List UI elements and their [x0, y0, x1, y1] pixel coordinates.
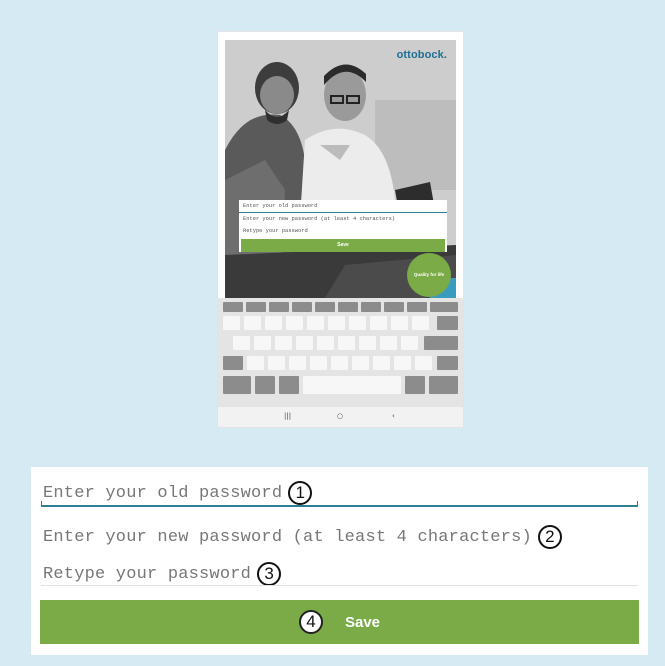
keyboard-key[interactable] [247, 356, 264, 370]
keyboard-key[interactable] [373, 356, 390, 370]
keyboard-key[interactable] [328, 316, 345, 330]
callout-marker-3: 3 [257, 562, 282, 586]
keyboard-key[interactable] [349, 316, 366, 330]
keyboard-key[interactable] [246, 302, 266, 312]
shift-key[interactable] [437, 356, 458, 370]
keyboard-key[interactable] [289, 356, 306, 370]
keyboard-key[interactable] [412, 316, 429, 330]
new-password-field[interactable]: Enter your new password (at least 4 char… [43, 525, 562, 549]
keyboard-key[interactable] [269, 302, 289, 312]
android-navbar: ||| ○ ‹ [218, 407, 463, 427]
keyboard-key[interactable] [254, 336, 271, 350]
recent-apps-icon[interactable]: ||| [284, 412, 291, 420]
retype-password-placeholder: Retype your password [43, 564, 252, 584]
keyboard-key[interactable] [380, 336, 397, 350]
keyboard-key[interactable] [359, 336, 376, 350]
keyboard-key[interactable] [361, 302, 381, 312]
keyboard-key[interactable] [338, 336, 355, 350]
keyboard-key[interactable] [401, 336, 418, 350]
keyboard-key[interactable] [307, 316, 324, 330]
keyboard-key[interactable] [265, 316, 282, 330]
old-password-field[interactable]: Enter your old password 1 [43, 481, 313, 505]
new-password-placeholder: Enter your new password (at least 4 char… [43, 527, 532, 547]
keyboard-key[interactable] [268, 356, 285, 370]
keyboard-key[interactable] [338, 302, 358, 312]
keyboard-key[interactable] [292, 302, 312, 312]
mini-password-form: Enter your old password Enter your new p… [239, 200, 447, 252]
keyboard-key[interactable] [391, 316, 408, 330]
old-password-placeholder: Enter your old password [43, 483, 283, 503]
mini-new-password-field[interactable]: Enter your new password (at least 4 char… [239, 213, 447, 225]
back-icon[interactable]: ‹ [392, 412, 395, 420]
backspace-key[interactable] [437, 316, 458, 330]
home-icon[interactable]: ○ [337, 412, 343, 420]
ottobock-logo: ottobock. [396, 49, 447, 61]
mini-save-button[interactable]: Save [241, 239, 445, 252]
old-password-underline [41, 501, 638, 507]
keyboard-key[interactable] [394, 356, 411, 370]
keyboard-key[interactable] [296, 336, 313, 350]
on-screen-keyboard [218, 298, 463, 407]
callout-marker-2: 2 [537, 525, 562, 549]
callout-marker-4: 4 [298, 610, 323, 634]
keyboard-key[interactable] [244, 316, 261, 330]
retype-password-field[interactable]: Retype your password 3 [43, 562, 282, 586]
hero-photo: ottobock. Enter your old password Enter … [225, 40, 456, 298]
keyboard-key[interactable] [407, 302, 427, 312]
callout-marker-1: 1 [288, 481, 313, 505]
keyboard-key[interactable] [384, 302, 404, 312]
keyboard-key[interactable] [255, 376, 275, 394]
mini-old-password-field[interactable]: Enter your old password [239, 200, 447, 213]
save-button[interactable]: 4 Save [40, 600, 639, 644]
keyboard-key[interactable] [310, 356, 327, 370]
save-button-label: Save [344, 613, 381, 631]
keyboard-key[interactable] [405, 376, 425, 394]
shift-key[interactable] [223, 356, 243, 370]
keyboard-key[interactable] [275, 336, 292, 350]
keyboard-key[interactable] [415, 356, 432, 370]
keyboard-key[interactable] [370, 316, 387, 330]
space-key[interactable] [303, 376, 401, 394]
password-change-form: Enter your old password 1 Enter your new… [31, 467, 648, 655]
keyboard-key[interactable] [331, 356, 348, 370]
keyboard-key[interactable] [315, 302, 335, 312]
keyboard-key[interactable] [352, 356, 369, 370]
keyboard-key[interactable] [223, 316, 240, 330]
keyboard-key[interactable] [430, 302, 458, 312]
retype-password-underline [41, 585, 638, 586]
tablet-screenshot: ottobock. Enter your old password Enter … [218, 32, 463, 427]
keyboard-key[interactable] [317, 336, 334, 350]
quality-badge: Quality for life [407, 253, 451, 297]
keyboard-key[interactable] [429, 376, 458, 394]
keyboard-key[interactable] [223, 302, 243, 312]
mini-retype-password-field[interactable]: Retype your password [239, 225, 447, 237]
enter-key[interactable] [424, 336, 458, 350]
keyboard-key[interactable] [286, 316, 303, 330]
keyboard-key[interactable] [233, 336, 250, 350]
keyboard-key[interactable] [279, 376, 299, 394]
symbols-key[interactable] [223, 376, 251, 394]
